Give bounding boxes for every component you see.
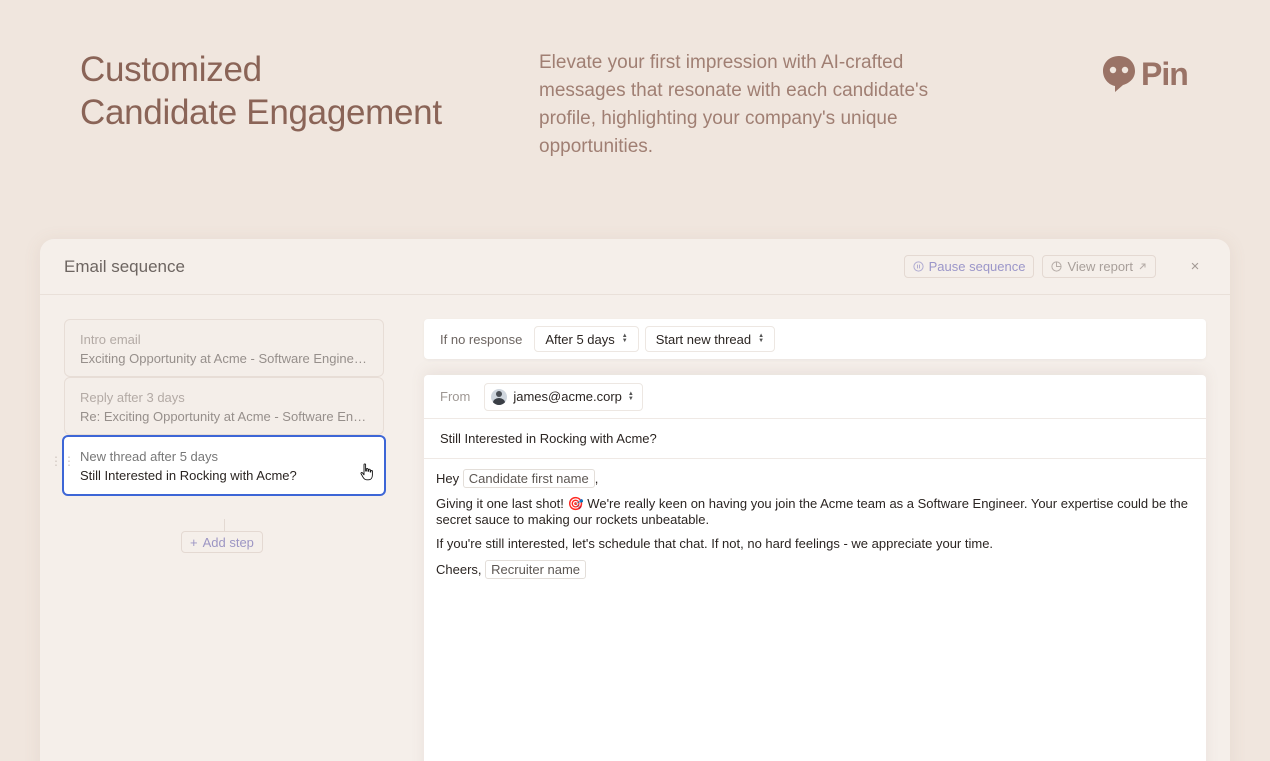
panel-title: Email sequence xyxy=(64,256,185,276)
add-step-button[interactable]: + Add step xyxy=(181,531,263,553)
condition-label: If no response xyxy=(440,331,523,347)
body-paragraph-1: Giving it one last shot! 🎯 We're really … xyxy=(436,496,1188,527)
greeting-text: Hey xyxy=(436,471,460,486)
close-icon[interactable]: × xyxy=(1184,256,1206,278)
delay-select-value: After 5 days xyxy=(545,331,615,347)
signoff-line: Cheers, Recruiter name xyxy=(436,560,1194,579)
hero-title: Customized Candidate Engagement xyxy=(80,48,442,134)
updown-chevron-icon: ▲ ▼ xyxy=(621,333,628,344)
pause-sequence-button[interactable]: Pause sequence xyxy=(903,255,1035,278)
pie-chart-icon xyxy=(1051,261,1063,272)
pin-logo-icon xyxy=(1103,56,1135,92)
panel-header: Email sequence Pause sequence View repor… xyxy=(40,239,1230,295)
panel-actions: Pause sequence View report × xyxy=(903,255,1206,278)
hero-title-line1: Customized xyxy=(80,50,262,89)
hand-cursor-icon xyxy=(360,463,373,481)
drag-handle-icon[interactable]: ⋮⋮ xyxy=(50,455,75,467)
step-intro-email[interactable]: Intro email Exciting Opportunity at Acme… xyxy=(64,319,384,377)
sender-email: james@acme.corp xyxy=(513,389,622,404)
avatar xyxy=(491,388,508,405)
pause-icon xyxy=(913,261,924,272)
email-editor: From james@acme.corp ▲ ▼ Still Interested… xyxy=(424,375,1206,761)
sequence-steps: Intro email Exciting Opportunity at Acme… xyxy=(50,319,386,553)
external-link-icon xyxy=(1139,263,1146,270)
brand-logo: Pin xyxy=(1101,54,1189,94)
step-reply-after-3-days[interactable]: Reply after 3 days Re: Exciting Opportun… xyxy=(64,377,384,435)
email-body[interactable]: Hey Candidate first name, Giving it one … xyxy=(424,459,1206,597)
signoff-text: Cheers, xyxy=(436,562,482,577)
thread-select-value: Start new thread xyxy=(655,331,752,347)
greeting-comma: , xyxy=(594,471,599,486)
sender-select[interactable]: james@acme.corp ▲ ▼ xyxy=(484,382,643,411)
step-title: Intro email xyxy=(80,332,141,347)
step-new-thread-after-5-days[interactable]: ⋮⋮ New thread after 5 days Still Interes… xyxy=(50,435,386,496)
delay-select[interactable]: After 5 days ▲ ▼ xyxy=(534,326,639,352)
step-subject: Still Interested in Rocking with Acme? xyxy=(80,468,297,483)
add-step-connector xyxy=(224,519,225,531)
plus-icon: + xyxy=(190,534,198,550)
thread-select[interactable]: Start new thread ▲ ▼ xyxy=(644,326,776,352)
view-report-label: View report xyxy=(1067,259,1133,274)
candidate-first-name-variable[interactable]: Candidate first name xyxy=(462,469,595,488)
hero-title-line2: Candidate Engagement xyxy=(80,93,442,132)
step-title: Reply after 3 days xyxy=(80,390,185,405)
email-sequence-panel: Email sequence Pause sequence View repor… xyxy=(40,239,1230,761)
subject-field[interactable]: Still Interested in Rocking with Acme? xyxy=(424,419,1206,459)
updown-chevron-icon: ▲ ▼ xyxy=(758,333,765,344)
hero-description: Elevate your first impression with AI-cr… xyxy=(539,52,929,157)
greeting-line: Hey Candidate first name, xyxy=(436,469,1194,488)
updown-chevron-icon: ▲ ▼ xyxy=(627,390,634,402)
subject-text: Still Interested in Rocking with Acme? xyxy=(440,431,657,446)
from-label: From xyxy=(440,389,471,404)
body-paragraph-2: If you're still interested, let's schedu… xyxy=(436,536,994,551)
condition-bar: If no response After 5 days ▲ ▼ Start new… xyxy=(424,319,1206,359)
recruiter-name-variable[interactable]: Recruiter name xyxy=(485,560,587,579)
step-subject: Re: Exciting Opportunity at Acme - Softw… xyxy=(80,409,368,424)
step-subject: Exciting Opportunity at Acme - Software … xyxy=(80,351,368,366)
step-title: New thread after 5 days xyxy=(80,449,219,464)
pause-sequence-label: Pause sequence xyxy=(928,259,1026,274)
view-report-button[interactable]: View report xyxy=(1042,255,1156,278)
from-row: From james@acme.corp ▲ ▼ xyxy=(424,375,1206,419)
brand-name: Pin xyxy=(1141,55,1189,92)
add-step-label: Add step xyxy=(202,534,254,550)
